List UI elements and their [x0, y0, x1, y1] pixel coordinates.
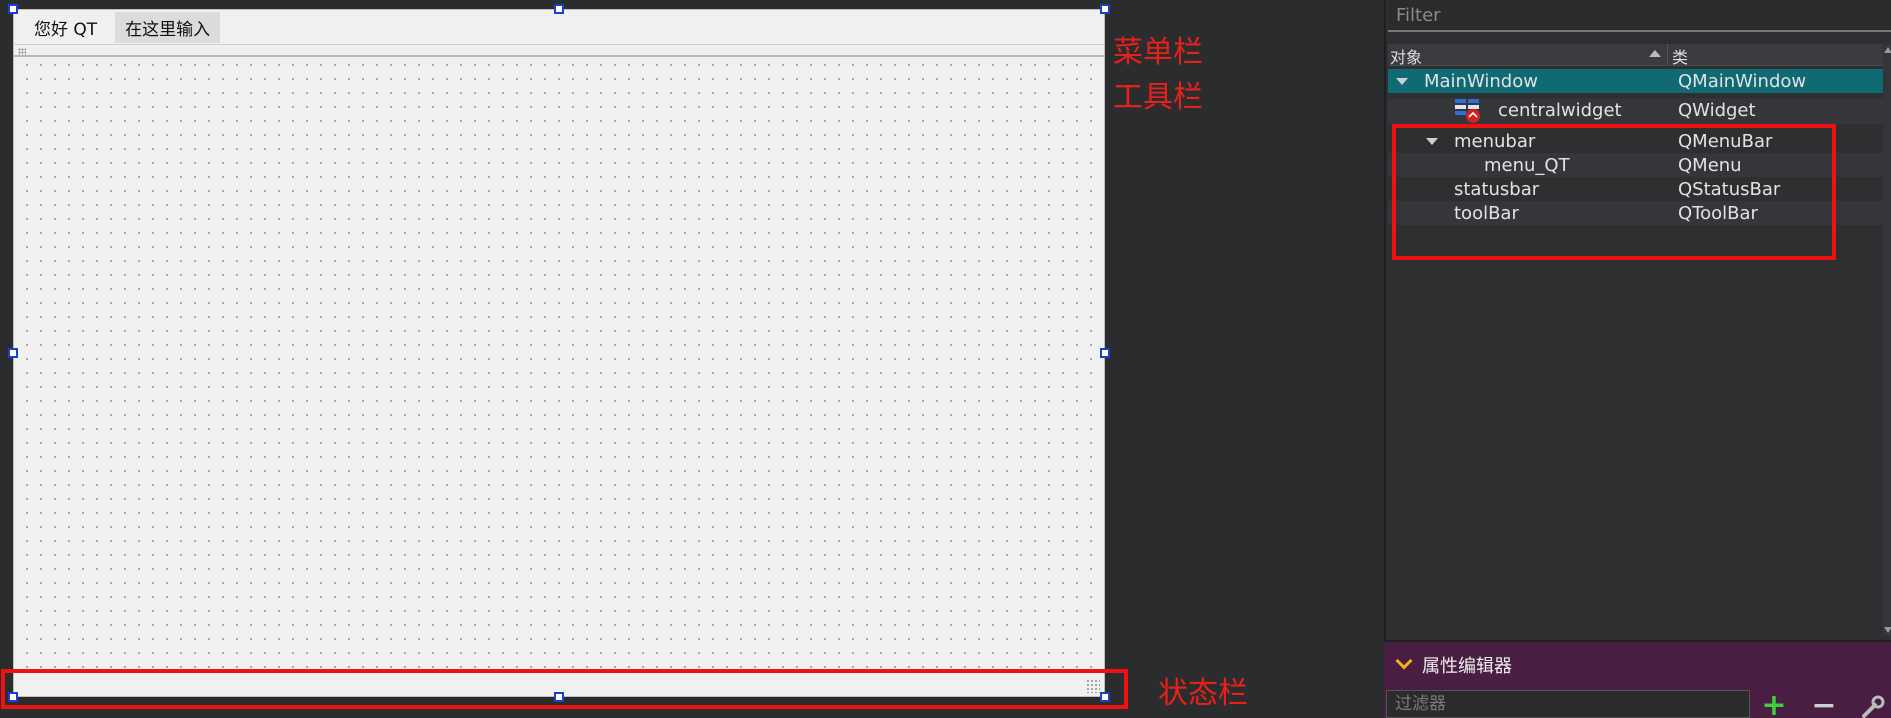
- object-inspector: 对象 类 MainWindow QMainWindow centralwidge…: [1384, 0, 1891, 640]
- tree-row-mainwindow[interactable]: MainWindow QMainWindow: [1388, 69, 1883, 93]
- plus-icon: +: [1761, 688, 1787, 718]
- resize-handle-top[interactable]: [554, 4, 564, 14]
- toolbar-grip-icon[interactable]: [18, 48, 26, 55]
- object-filter-input[interactable]: [1388, 0, 1891, 30]
- scroll-down-arrow-icon[interactable]: [1883, 624, 1891, 636]
- toolbar-annotation: 工具栏: [1113, 80, 1203, 115]
- column-header-class-label: 类: [1672, 48, 1689, 67]
- resize-handle-top-right[interactable]: [1100, 4, 1110, 14]
- main-window-form[interactable]: 您好 QT 在这里输入: [13, 9, 1105, 697]
- menubar-annotation: 菜单栏: [1113, 35, 1203, 70]
- tree-row-class: QMainWindow: [1678, 71, 1807, 92]
- tree-highlight-box: [1392, 124, 1836, 260]
- tree-row-object: MainWindow: [1424, 71, 1538, 92]
- statusbar-highlight-box: [1, 669, 1128, 709]
- property-filter[interactable]: [1386, 690, 1750, 718]
- expand-arrow-icon[interactable]: [1396, 78, 1408, 85]
- sort-ascending-icon: [1649, 50, 1661, 57]
- column-header-object[interactable]: 对象: [1388, 44, 1668, 67]
- add-property-button[interactable]: +: [1760, 691, 1788, 718]
- tree-row-centralwidget[interactable]: centralwidget QWidget: [1388, 98, 1883, 124]
- tree-row-object: centralwidget: [1498, 100, 1622, 121]
- statusbar-annotation: 状态栏: [1158, 676, 1248, 711]
- minus-icon: −: [1811, 688, 1837, 718]
- chevron-down-icon[interactable]: [1395, 652, 1413, 670]
- wrench-icon: [1862, 695, 1885, 718]
- resize-handle-top-left[interactable]: [8, 4, 18, 14]
- scroll-up-arrow-icon[interactable]: [1883, 44, 1891, 56]
- menu-item-type-here[interactable]: 在这里输入: [115, 11, 221, 43]
- form-toolbar[interactable]: [14, 46, 1104, 57]
- property-editor-header[interactable]: 属性编辑器: [1384, 640, 1891, 688]
- form-menubar[interactable]: 您好 QT 在这里输入: [14, 10, 1104, 45]
- resize-handle-left[interactable]: [8, 348, 18, 358]
- tree-row-class: QWidget: [1678, 100, 1756, 121]
- menu-item-hello-qt[interactable]: 您好 QT: [24, 12, 107, 43]
- resize-handle-right[interactable]: [1100, 348, 1110, 358]
- tree-scrollbar[interactable]: [1883, 44, 1891, 636]
- widget-icon: [1455, 99, 1480, 123]
- column-header-object-label: 对象: [1390, 48, 1423, 67]
- configure-button[interactable]: [1858, 694, 1888, 718]
- object-filter[interactable]: [1388, 0, 1891, 32]
- remove-property-button[interactable]: −: [1810, 691, 1838, 718]
- property-filter-input[interactable]: [1387, 691, 1749, 717]
- property-editor-title: 属性编辑器: [1422, 656, 1512, 677]
- tree-header: 对象 类: [1388, 44, 1883, 67]
- column-header-class[interactable]: 类: [1668, 44, 1689, 67]
